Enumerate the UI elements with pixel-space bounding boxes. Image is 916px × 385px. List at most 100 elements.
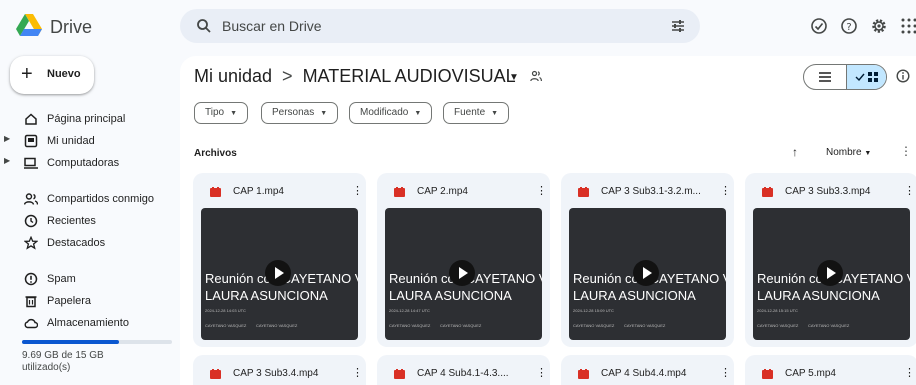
play-icon[interactable] xyxy=(449,260,475,286)
chevron-down-icon: ▼ xyxy=(864,150,872,157)
file-name: CAP 5.mp4 xyxy=(785,368,836,379)
thumbnail-footer-right: CAYETANO VASQUEZ xyxy=(440,323,482,328)
filter-people-chip[interactable]: Personas ▼ xyxy=(261,102,339,124)
file-name: CAP 3 Sub3.1-3.2.m... xyxy=(601,186,701,197)
video-file-icon xyxy=(210,187,221,197)
play-icon[interactable] xyxy=(633,260,659,286)
filter-modified-chip[interactable]: Modificado ▼ xyxy=(349,102,433,124)
sidebar-item-label: Compartidos conmigo xyxy=(47,193,154,205)
thumbnail-date: 2024-12-28 14:03 UTC xyxy=(205,308,246,313)
storage-progress-bar xyxy=(22,340,172,344)
sort-by-button[interactable]: Nombre ▼ xyxy=(826,147,871,158)
top-bar: Drive Buscar en Drive ? xyxy=(0,0,916,56)
cloud-icon xyxy=(24,318,38,329)
search-options-icon[interactable] xyxy=(670,18,686,34)
more-options-icon[interactable]: ⋮ xyxy=(352,184,363,197)
offline-status-icon[interactable] xyxy=(810,17,828,35)
sidebar-item-shared[interactable]: Compartidos conmigo xyxy=(0,188,170,210)
file-card[interactable]: CAP 4 Sub4.4.mp4 ⋮ xyxy=(561,355,734,385)
video-thumbnail[interactable]: Reunión con CAYETANO VALAURA ASUNCIONA 2… xyxy=(385,208,542,340)
play-icon[interactable] xyxy=(265,260,291,286)
sidebar-item-label: Computadoras xyxy=(47,157,120,169)
filter-source-label: Fuente xyxy=(454,107,486,118)
thumbnail-footer-left: CAYETANO VASQUEZ xyxy=(573,323,615,328)
more-options-icon[interactable]: ⋮ xyxy=(904,184,915,197)
sidebar-item-trash[interactable]: Papelera xyxy=(0,290,170,312)
filter-type-label: Tipo xyxy=(205,107,225,118)
breadcrumb-root[interactable]: Mi unidad xyxy=(194,66,272,86)
chevron-down-icon: ▼ xyxy=(320,110,328,117)
chevron-down-icon: ▼ xyxy=(414,110,422,117)
sidebar-item-home[interactable]: Página principal xyxy=(0,108,170,130)
file-card[interactable]: CAP 3 Sub3.3.mp4 ⋮ Reunión con CAYETANO … xyxy=(745,173,916,347)
list-view-button[interactable] xyxy=(804,65,846,89)
file-card[interactable]: CAP 3 Sub3.1-3.2.m... ⋮ Reunión con CAYE… xyxy=(561,173,734,347)
checkmark-icon xyxy=(855,73,865,81)
more-options-icon[interactable]: ⋮ xyxy=(900,144,912,158)
new-button-label: Nuevo xyxy=(47,68,81,80)
thumbnail-title-line2: LAURA ASUNCIONA xyxy=(757,288,880,303)
video-thumbnail[interactable]: Reunión con CAYETANO VALAURA ASUNCIONA 2… xyxy=(753,208,910,340)
file-card[interactable]: CAP 2.mp4 ⋮ Reunión con CAYETANO VALAURA… xyxy=(377,173,550,347)
sidebar-item-starred[interactable]: Destacados xyxy=(0,232,170,254)
more-options-icon[interactable]: ⋮ xyxy=(536,366,547,379)
more-options-icon[interactable]: ⋮ xyxy=(536,184,547,197)
file-card[interactable]: CAP 1.mp4 ⋮ Reunión con CAYETANO VALAURA… xyxy=(193,173,366,347)
sort-direction-arrow-icon[interactable]: ↑ xyxy=(792,145,798,159)
star-icon xyxy=(24,236,38,250)
more-options-icon[interactable]: ⋮ xyxy=(720,366,731,379)
sidebar-item-label: Página principal xyxy=(47,113,126,125)
sidebar-item-label: Papelera xyxy=(47,295,92,307)
video-file-icon xyxy=(394,369,405,379)
thumbnail-footer-right: CAYETANO VASQUEZ xyxy=(624,323,666,328)
expand-arrow-icon[interactable]: ▶ xyxy=(4,134,10,143)
drive-logo-icon[interactable] xyxy=(16,14,42,38)
file-card[interactable]: CAP 5.mp4 ⋮ xyxy=(745,355,916,385)
main-panel: Mi unidad > MATERIAL AUDIOVISUAL ▼ Tipo … xyxy=(180,56,916,385)
new-button[interactable]: + Nuevo xyxy=(10,56,94,94)
video-file-icon xyxy=(210,369,221,379)
chevron-down-icon: ▼ xyxy=(230,110,238,117)
filter-type-chip[interactable]: Tipo ▼ xyxy=(194,102,249,124)
sidebar-item-label: Spam xyxy=(47,273,76,285)
sidebar-item-spam[interactable]: Spam xyxy=(0,268,170,290)
sidebar-item-label: Recientes xyxy=(47,215,96,227)
more-options-icon[interactable]: ⋮ xyxy=(904,366,915,379)
info-icon[interactable] xyxy=(896,69,910,83)
search-input[interactable]: Buscar en Drive xyxy=(222,18,322,34)
video-file-icon xyxy=(578,187,589,197)
more-options-icon[interactable]: ⋮ xyxy=(720,184,731,197)
file-name: CAP 4 Sub4.1-4.3.... xyxy=(417,368,509,379)
sidebar-item-storage[interactable]: Almacenamiento xyxy=(0,312,170,334)
play-icon[interactable] xyxy=(817,260,843,286)
video-thumbnail[interactable]: Reunión con CAYETANO VALAURA ASUNCIONA 2… xyxy=(201,208,358,340)
view-toggle xyxy=(803,64,887,90)
settings-gear-icon[interactable] xyxy=(870,17,888,35)
breadcrumb-current-folder[interactable]: MATERIAL AUDIOVISUAL xyxy=(303,66,516,86)
folder-menu-dropdown-icon[interactable]: ▼ xyxy=(509,72,519,83)
thumbnail-footer-right: CAYETANO VASQUEZ xyxy=(256,323,298,328)
sidebar-item-computers[interactable]: ▶ Computadoras xyxy=(0,152,170,174)
grid-view-button[interactable] xyxy=(846,65,886,89)
filter-source-chip[interactable]: Fuente ▼ xyxy=(443,102,510,124)
help-icon[interactable]: ? xyxy=(840,17,858,35)
apps-grid-icon[interactable] xyxy=(900,17,916,35)
video-file-icon xyxy=(394,187,405,197)
search-box[interactable]: Buscar en Drive xyxy=(180,9,700,43)
home-icon xyxy=(25,113,37,125)
sidebar-item-label: Destacados xyxy=(47,237,106,249)
filter-modified-label: Modificado xyxy=(360,107,409,118)
file-card[interactable]: CAP 4 Sub4.1-4.3.... ⋮ xyxy=(377,355,550,385)
grid-view-icon xyxy=(868,72,878,82)
more-options-icon[interactable]: ⋮ xyxy=(352,366,363,379)
sidebar-item-my-drive[interactable]: ▶ Mi unidad xyxy=(0,130,170,152)
sidebar-item-recent[interactable]: Recientes xyxy=(0,210,170,232)
app-name[interactable]: Drive xyxy=(50,17,92,38)
expand-arrow-icon[interactable]: ▶ xyxy=(4,156,10,165)
search-icon[interactable] xyxy=(196,18,212,34)
file-card[interactable]: CAP 3 Sub3.4.mp4 ⋮ xyxy=(193,355,366,385)
video-thumbnail[interactable]: Reunión con CAYETANO VALAURA ASUNCIONA 2… xyxy=(569,208,726,340)
computers-icon xyxy=(24,157,38,169)
file-name: CAP 4 Sub4.4.mp4 xyxy=(601,368,687,379)
thumbnail-date: 2024-12-28 14:47 UTC xyxy=(389,308,430,313)
